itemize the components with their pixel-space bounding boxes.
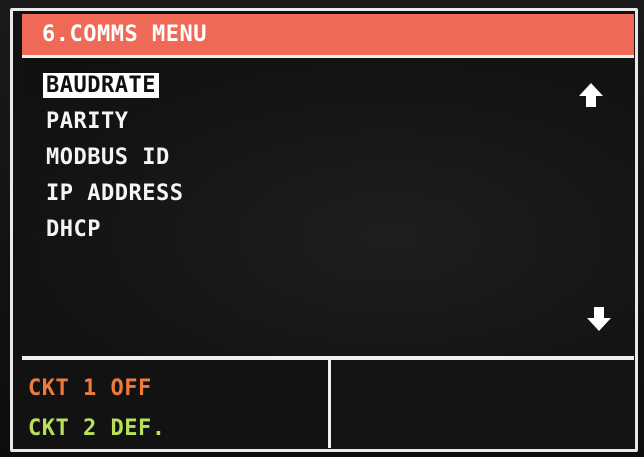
menu-item-parity[interactable]: PARITY	[46, 106, 128, 138]
circuit-1-status: CKT 1 OFF	[28, 376, 152, 401]
menu-item-baudrate[interactable]: BAUDRATE	[43, 70, 159, 102]
arrow-up-icon[interactable]	[574, 78, 608, 112]
menu-title: 6.COMMS MENU	[42, 22, 207, 47]
menu-item-label: BAUDRATE	[43, 73, 159, 98]
menu-item-label: DHCP	[46, 217, 101, 242]
title-bar: 6.COMMS MENU	[22, 14, 634, 58]
arrow-down-icon[interactable]	[582, 302, 616, 336]
menu-item-ip-address[interactable]: IP ADDRESS	[46, 178, 183, 210]
menu-list: BAUDRATE PARITY MODBUS ID IP ADDRESS DHC…	[22, 58, 634, 358]
menu-item-label: PARITY	[46, 109, 129, 134]
circuit-status-panel: CKT 1 OFF CKT 2 DEF.	[22, 360, 328, 448]
menu-item-label: IP ADDRESS	[46, 181, 184, 206]
circuit-2-status: CKT 2 DEF.	[28, 416, 166, 441]
menu-item-modbus-id[interactable]: MODBUS ID	[46, 142, 170, 174]
menu-item-label: MODBUS ID	[46, 145, 170, 170]
secondary-status-panel	[331, 360, 634, 448]
menu-item-dhcp[interactable]: DHCP	[46, 214, 101, 246]
